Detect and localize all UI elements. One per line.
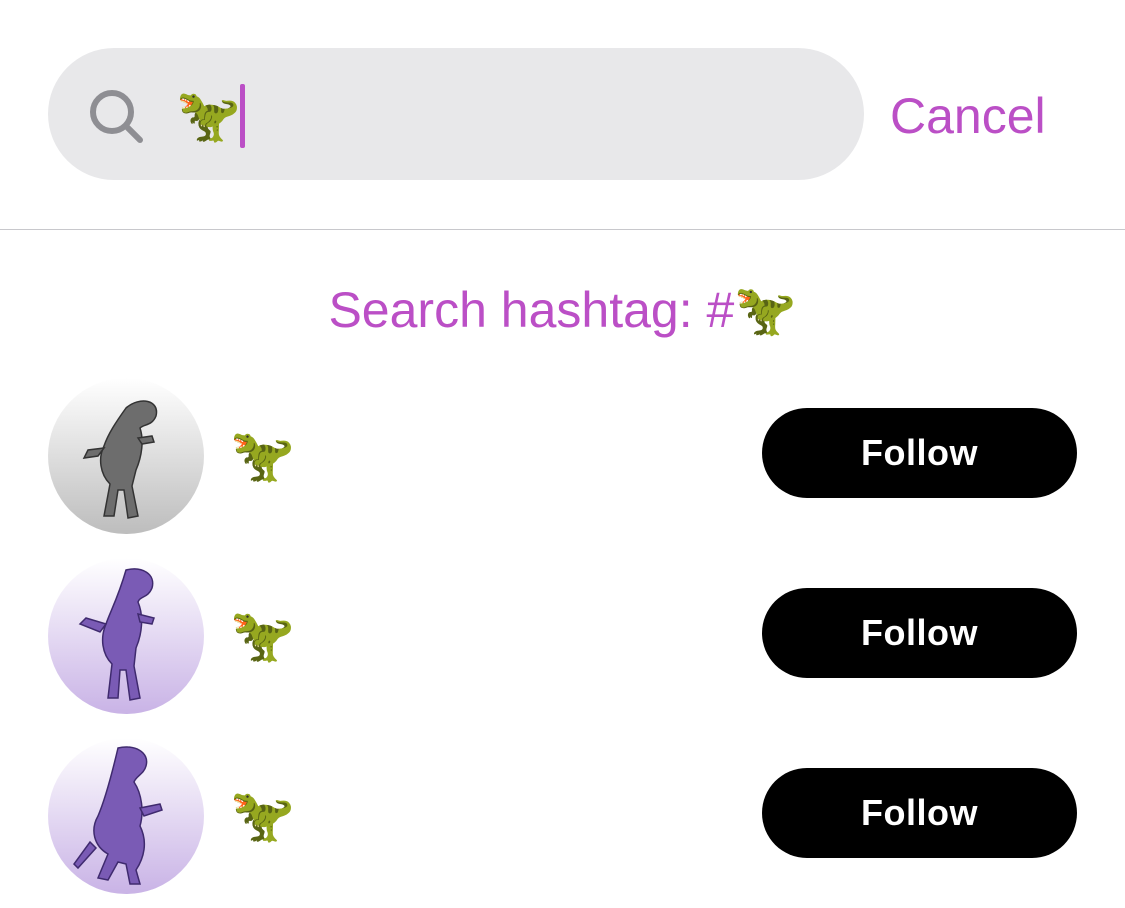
search-header: 🦖 Cancel — [0, 0, 1125, 230]
avatar — [48, 558, 204, 714]
list-item[interactable]: 🦖 Follow — [0, 558, 1125, 718]
follow-button[interactable]: Follow — [762, 768, 1077, 858]
list-item[interactable]: 🦖 Follow — [0, 738, 1125, 898]
text-cursor — [240, 84, 245, 148]
hashtag-name: 🦖 — [230, 787, 295, 845]
search-hashtag-link[interactable]: Search hashtag: #🦖 — [0, 278, 1125, 342]
follow-button[interactable]: Follow — [762, 588, 1077, 678]
follow-button[interactable]: Follow — [762, 408, 1077, 498]
hashtag-name: 🦖 — [230, 607, 295, 665]
search-field[interactable] — [48, 48, 864, 180]
cancel-button[interactable]: Cancel — [890, 84, 1046, 148]
hashtag-name: 🦖 — [230, 427, 295, 485]
list-item[interactable]: 🦖 Follow — [0, 378, 1125, 538]
search-icon — [90, 90, 143, 143]
avatar — [48, 378, 204, 534]
search-input[interactable]: 🦖 — [176, 84, 241, 148]
avatar — [48, 738, 204, 894]
